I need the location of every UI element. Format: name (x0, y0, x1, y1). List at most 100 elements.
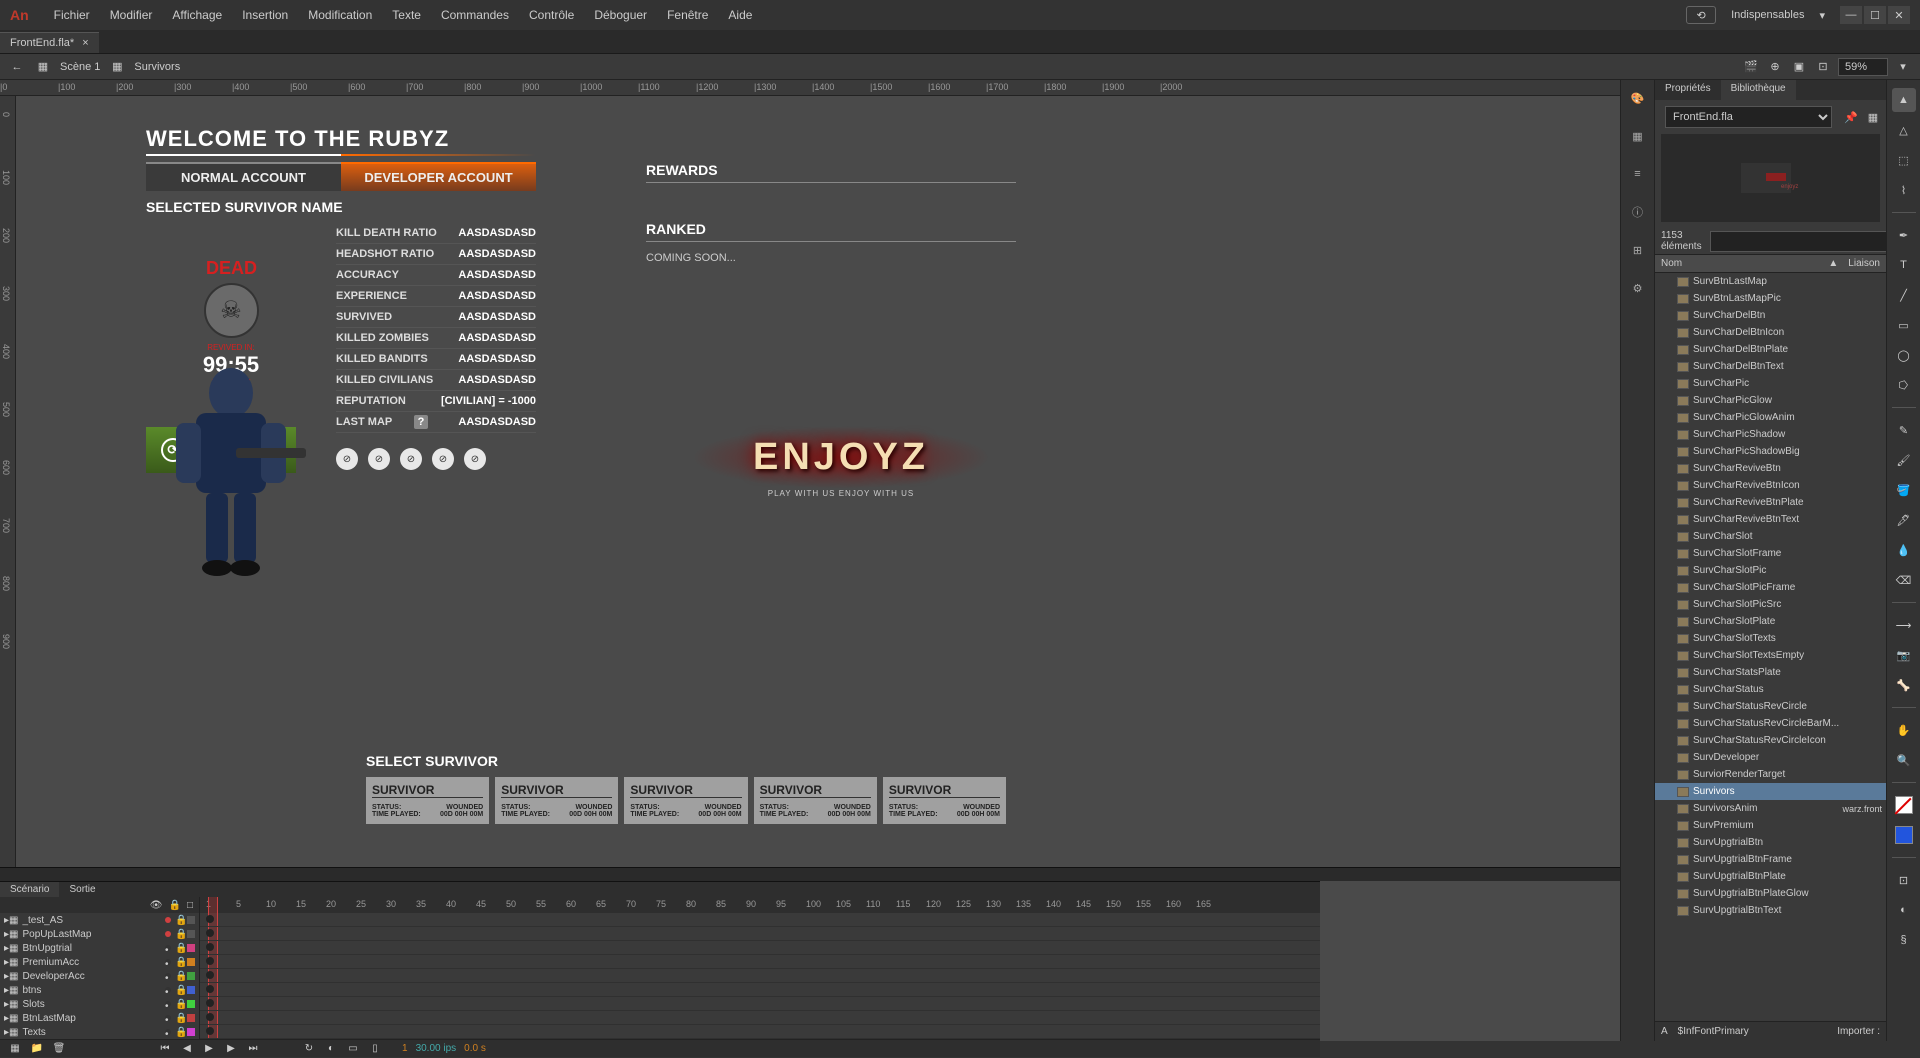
library-item[interactable]: SurvCharStatus (1655, 681, 1886, 698)
tab-properties[interactable]: Propriétés (1655, 80, 1721, 100)
menu-view[interactable]: Affichage (162, 8, 232, 22)
layer-visibility-icon[interactable]: • (165, 1001, 171, 1007)
pen-tool-icon[interactable]: ✒ (1892, 223, 1916, 247)
document-tab[interactable]: FrontEnd.fla* × (0, 32, 99, 53)
layer-lock-icon[interactable]: 🔒 (175, 1027, 183, 1038)
menu-file[interactable]: Fichier (44, 8, 100, 22)
menu-debug[interactable]: Déboguer (584, 8, 657, 22)
layer-lock-icon[interactable]: 🔒 (175, 985, 183, 996)
library-item[interactable]: SurvPremium (1655, 817, 1886, 834)
library-item[interactable]: SurvCharSlotPicSrc (1655, 596, 1886, 613)
layer-visibility-icon[interactable]: • (165, 959, 171, 965)
window-maximize[interactable]: ☐ (1864, 6, 1886, 24)
tab-developer-account[interactable]: Developer Account (341, 162, 536, 191)
tab-output[interactable]: Sortie (59, 882, 105, 897)
skill-slot-icon[interactable]: ⊘ (400, 448, 422, 470)
visibility-header-icon[interactable]: 👁 (150, 900, 163, 911)
layer-visibility-icon[interactable] (165, 917, 171, 923)
library-item[interactable]: SurvUpgtrialBtnText (1655, 902, 1886, 919)
workspace-switcher[interactable]: Indispensables (1731, 9, 1804, 21)
menu-insert[interactable]: Insertion (232, 8, 298, 22)
timeline-track[interactable] (200, 1011, 1320, 1025)
library-item[interactable]: SurvCharStatusRevCircleBarM... (1655, 715, 1886, 732)
library-item[interactable]: SurvCharDelBtnIcon (1655, 324, 1886, 341)
survivor-slot[interactable]: SURVIVORSTATUS:WOUNDEDTIME PLAYED:00D 00… (883, 777, 1006, 824)
breadcrumb-scene[interactable]: Scène 1 (60, 61, 100, 73)
layer-lock-icon[interactable]: 🔒 (175, 929, 183, 940)
layer-outline-icon[interactable] (187, 958, 195, 966)
layer-outline-icon[interactable] (187, 1000, 195, 1008)
library-item[interactable]: SurvCharPic (1655, 375, 1886, 392)
timeline-layer[interactable]: ▸▦BtnLastMap•🔒 (0, 1011, 199, 1025)
snap-tool-icon[interactable]: ⊡ (1892, 868, 1916, 892)
step-back-icon[interactable]: ◀ (178, 1040, 196, 1058)
library-item[interactable]: SurvCharDelBtnText (1655, 358, 1886, 375)
library-item[interactable]: SurvCharStatusRevCircleIcon (1655, 732, 1886, 749)
pin-library-icon[interactable]: 📌 (1842, 108, 1860, 126)
timeline-layer[interactable]: ▸▦BtnUpgtrial•🔒 (0, 941, 199, 955)
fill-color-swatch[interactable] (1892, 823, 1916, 847)
layer-lock-icon[interactable]: 🔒 (175, 943, 183, 954)
layer-outline-icon[interactable] (187, 916, 195, 924)
timeline-layer[interactable]: ▸▦Texts•🔒 (0, 1025, 199, 1039)
layer-visibility-icon[interactable]: • (165, 987, 171, 993)
color-panel-icon[interactable]: 🎨 (1628, 88, 1648, 108)
library-item[interactable]: SurvCharDelBtnPlate (1655, 341, 1886, 358)
stroke-color-swatch[interactable] (1892, 793, 1916, 817)
layer-outline-icon[interactable] (187, 972, 195, 980)
menu-window[interactable]: Fenêtre (657, 8, 718, 22)
window-close[interactable]: ✕ (1888, 6, 1910, 24)
timeline-layer[interactable]: ▸▦PopUpLastMap🔒 (0, 927, 199, 941)
edit-multi-icon[interactable]: ▯ (366, 1040, 384, 1058)
goto-last-icon[interactable]: ⏭ (244, 1040, 262, 1058)
timeline-track[interactable] (200, 969, 1320, 983)
library-item[interactable]: SurvCharReviveBtnIcon (1655, 477, 1886, 494)
skill-slot-icon[interactable]: ⊘ (336, 448, 358, 470)
keyframe-icon[interactable] (206, 985, 214, 993)
library-item[interactable]: Survivors (1655, 783, 1886, 800)
free-transform-tool-icon[interactable]: ⬚ (1892, 148, 1916, 172)
library-item[interactable]: SurvCharReviveBtnPlate (1655, 494, 1886, 511)
keyframe-icon[interactable] (206, 999, 214, 1007)
layer-visibility-icon[interactable]: • (165, 973, 171, 979)
onion-skin-icon[interactable]: ◐ (322, 1040, 340, 1058)
new-library-icon[interactable]: ▦ (1864, 108, 1882, 126)
swatches-panel-icon[interactable]: ▦ (1628, 126, 1648, 146)
library-item[interactable]: SurvCharPicShadow (1655, 426, 1886, 443)
timeline-layer[interactable]: ▸▦Slots•🔒 (0, 997, 199, 1011)
new-folder-icon[interactable]: 📁 (28, 1040, 46, 1058)
survivor-slot[interactable]: SURVIVORSTATUS:WOUNDEDTIME PLAYED:00D 00… (624, 777, 747, 824)
loop-icon[interactable]: ↻ (300, 1040, 318, 1058)
camera-tool-icon[interactable]: 📷 (1892, 643, 1916, 667)
timeline-track[interactable] (200, 955, 1320, 969)
library-item[interactable]: SurvUpgtrialBtnFrame (1655, 851, 1886, 868)
library-item[interactable]: SurvCharPicShadowBig (1655, 443, 1886, 460)
option2-tool-icon[interactable]: § (1892, 928, 1916, 952)
library-item[interactable]: SurviorRenderTarget (1655, 766, 1886, 783)
layer-outline-icon[interactable] (187, 1028, 195, 1036)
library-col-name[interactable]: Nom (1661, 258, 1828, 269)
timeline-layer[interactable]: ▸▦PremiumAcc•🔒 (0, 955, 199, 969)
library-item[interactable]: SurvCharDelBtn (1655, 307, 1886, 324)
rectangle-tool-icon[interactable]: ▭ (1892, 313, 1916, 337)
breadcrumb-clip[interactable]: Survivors (134, 61, 180, 73)
window-minimize[interactable]: — (1840, 6, 1862, 24)
layer-outline-icon[interactable] (187, 986, 195, 994)
width-tool-icon[interactable]: ⟶ (1892, 613, 1916, 637)
layer-outline-icon[interactable] (187, 944, 195, 952)
brush-tool-icon[interactable]: 🖌 (1892, 448, 1916, 472)
subselection-tool-icon[interactable]: △ (1892, 118, 1916, 142)
option-tool-icon[interactable]: ◐ (1892, 898, 1916, 922)
line-tool-icon[interactable]: ╱ (1892, 283, 1916, 307)
library-item[interactable]: SurvCharPicGlowAnim (1655, 409, 1886, 426)
skill-slot-icon[interactable]: ⊘ (368, 448, 390, 470)
keyframe-icon[interactable] (206, 971, 214, 979)
back-button[interactable]: ← (8, 58, 26, 76)
timeline-track[interactable] (200, 927, 1320, 941)
goto-first-icon[interactable]: ⏮ (156, 1040, 174, 1058)
menu-modify[interactable]: Modification (298, 8, 382, 22)
library-item[interactable]: SurvCharSlotPlate (1655, 613, 1886, 630)
polystar-tool-icon[interactable]: ⭔ (1892, 373, 1916, 397)
menu-text[interactable]: Texte (382, 8, 431, 22)
menu-edit[interactable]: Modifier (100, 8, 163, 22)
